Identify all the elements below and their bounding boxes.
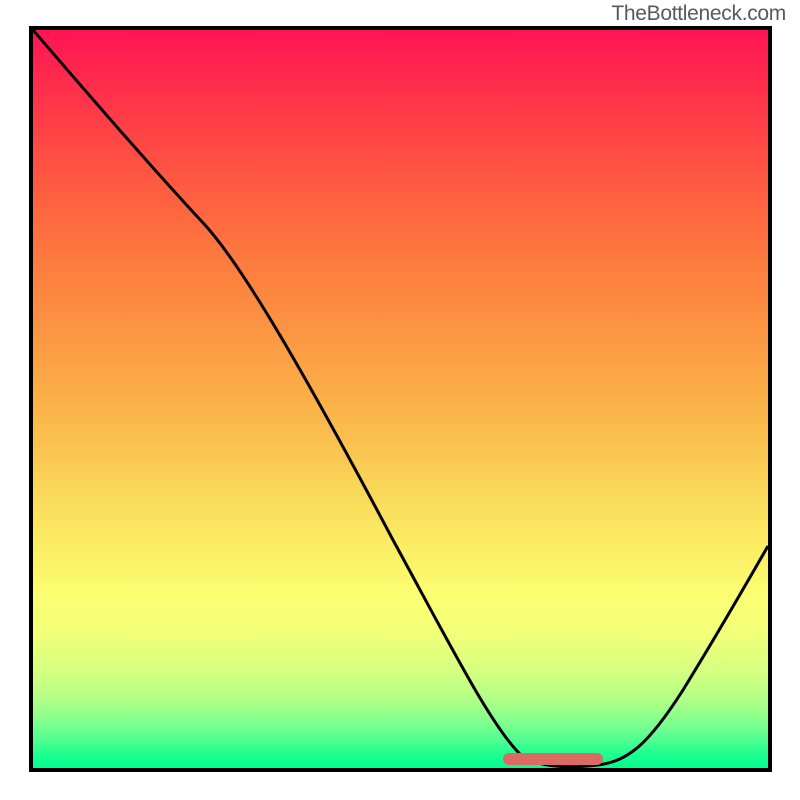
chart-container: TheBottleneck.com xyxy=(0,0,800,800)
chart-frame xyxy=(29,26,772,772)
optimum-marker xyxy=(503,753,603,765)
watermark-text: TheBottleneck.com xyxy=(611,2,786,26)
curve-plot xyxy=(33,30,768,768)
curve-line xyxy=(33,30,768,767)
